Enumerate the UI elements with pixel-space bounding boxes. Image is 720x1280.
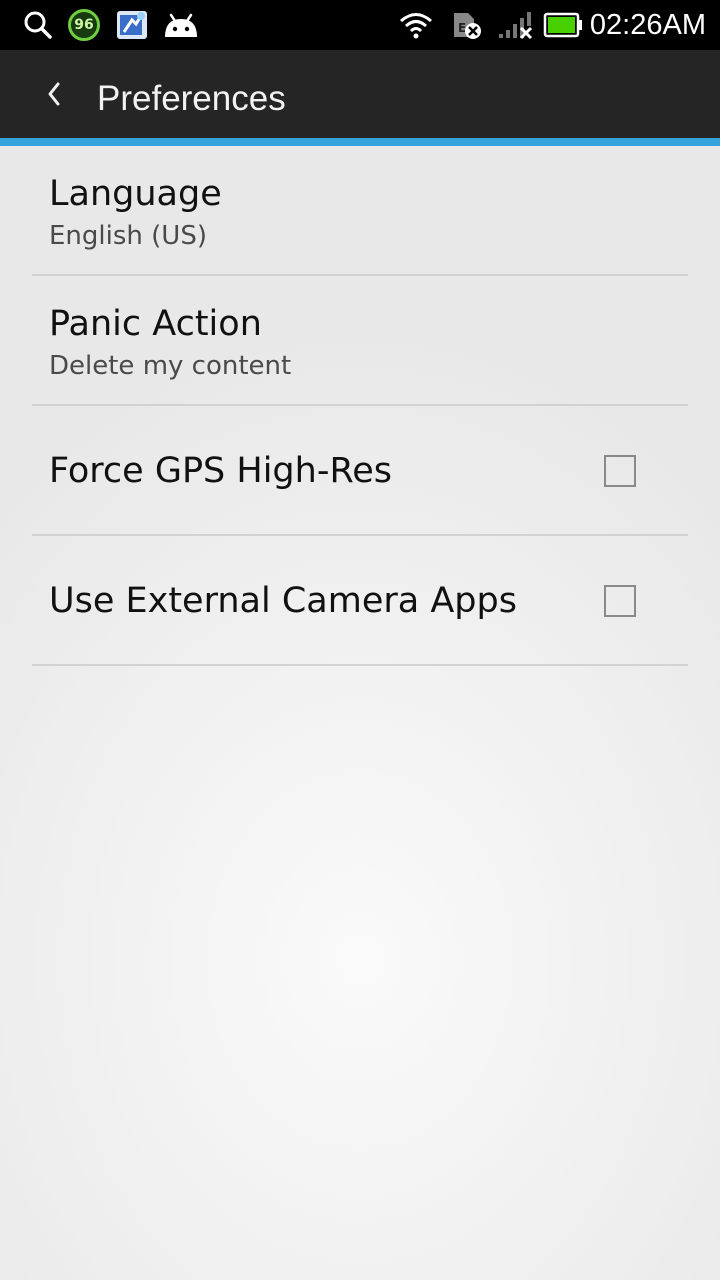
action-bar: Preferences — [0, 50, 720, 138]
pref-summary: Delete my content — [49, 351, 292, 381]
android-icon — [162, 0, 200, 50]
tool-app-icon — [114, 0, 150, 50]
battery-icon — [542, 0, 584, 50]
pref-item-language[interactable]: Language English (US) — [0, 146, 720, 276]
preferences-list: Language English (US) Panic Action Delet… — [0, 146, 720, 666]
pref-summary: English (US) — [49, 221, 207, 251]
pref-item-force-gps-high-res[interactable]: Force GPS High-Res — [0, 406, 720, 536]
svg-text:E: E — [458, 21, 466, 35]
sim-error-icon: E — [450, 0, 484, 50]
pref-item-use-external-camera-apps[interactable]: Use External Camera Apps — [0, 536, 720, 666]
wifi-icon — [398, 0, 434, 50]
pref-item-panic-action[interactable]: Panic Action Delete my content — [0, 276, 720, 406]
pref-title: Panic Action — [49, 304, 262, 344]
pref-title: Language — [49, 174, 222, 214]
status-bar: 96 E 02:26AM — [0, 0, 720, 50]
pref-title: Use External Camera Apps — [49, 581, 517, 621]
status-time: 02:26AM — [589, 9, 706, 41]
divider — [32, 664, 688, 666]
badge-count: 96 — [68, 9, 100, 41]
chevron-left-icon[interactable] — [40, 74, 70, 114]
search-icon — [22, 0, 54, 50]
force-gps-high-res-checkbox[interactable] — [604, 455, 636, 487]
action-bar-accent-line — [0, 138, 720, 146]
use-external-camera-apps-checkbox[interactable] — [604, 585, 636, 617]
page-title: Preferences — [97, 79, 286, 118]
badge-96-icon: 96 — [66, 0, 102, 50]
pref-title: Force GPS High-Res — [49, 451, 392, 491]
signal-none-icon — [496, 0, 534, 50]
